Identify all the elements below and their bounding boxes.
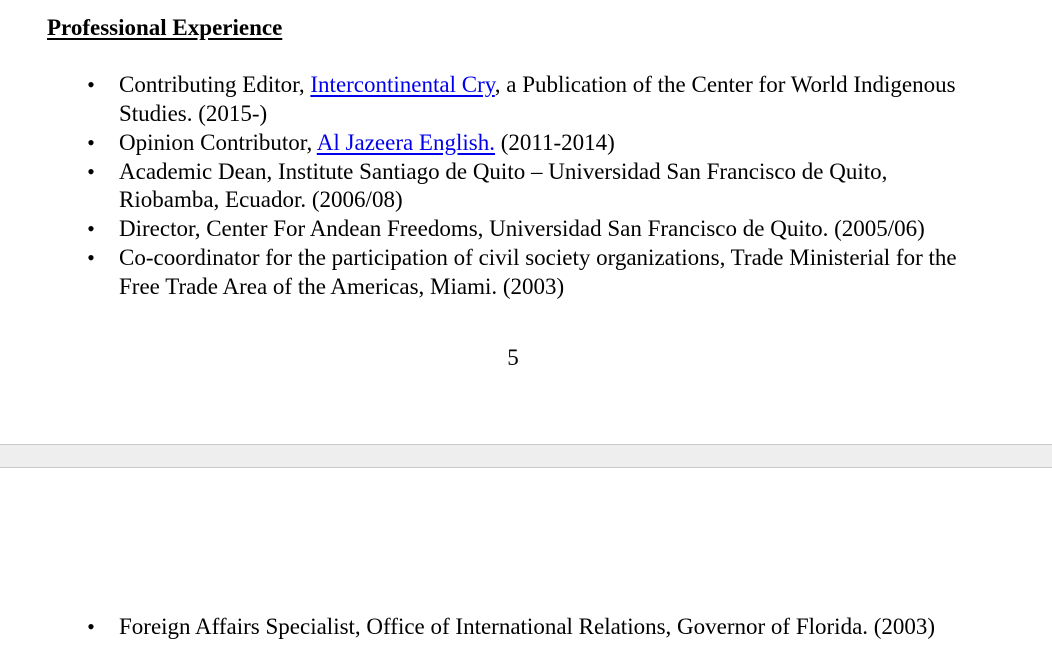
document-page-2: • Foreign Affairs Specialist, Office of … [0, 468, 1052, 664]
bullet-icon: • [87, 614, 95, 639]
list-item-text-before: Contributing Editor, [119, 72, 311, 97]
bullet-icon: • [87, 72, 95, 97]
list-item: • Foreign Affairs Specialist, Office of … [0, 613, 969, 642]
list-item: • Opinion Contributor, Al Jazeera Englis… [0, 129, 969, 158]
list-item-text: Foreign Affairs Specialist, Office of In… [119, 614, 936, 639]
list-item-text-before: Opinion Contributor, [119, 129, 317, 155]
page-break-separator [0, 444, 1052, 468]
list-item-text: Co-coordinator for the participation of … [119, 245, 957, 299]
list-item: • Co-coordinator for the participation o… [0, 244, 969, 301]
list-item-text-after: (2011-2014) [494, 129, 615, 155]
list-item: • Contributing Editor, Intercontinental … [0, 71, 969, 128]
list-item-text: Director, Center For Andean Freedoms, Un… [119, 216, 925, 241]
intercontinental-cry-link[interactable]: Intercontinental Cry [310, 72, 494, 97]
section-title: Professional Experience [47, 15, 283, 40]
experience-list: • Contributing Editor, Intercontinental … [0, 71, 969, 302]
bullet-icon: • [87, 158, 95, 184]
experience-list: • Foreign Affairs Specialist, Office of … [0, 613, 969, 642]
page-number: 5 [507, 345, 519, 370]
list-item: • Director, Center For Andean Freedoms, … [0, 215, 969, 244]
bullet-icon: • [87, 245, 95, 270]
al-jazeera-english-link[interactable]: Al Jazeera English. [317, 130, 495, 155]
bullet-icon: • [87, 129, 95, 155]
document-page-1: Professional Experience • Contributing E… [0, 0, 1052, 444]
bullet-icon: • [87, 216, 95, 241]
list-item-text: Academic Dean, Institute Santiago de Qui… [119, 158, 888, 213]
list-item: • Academic Dean, Institute Santiago de Q… [0, 158, 969, 215]
